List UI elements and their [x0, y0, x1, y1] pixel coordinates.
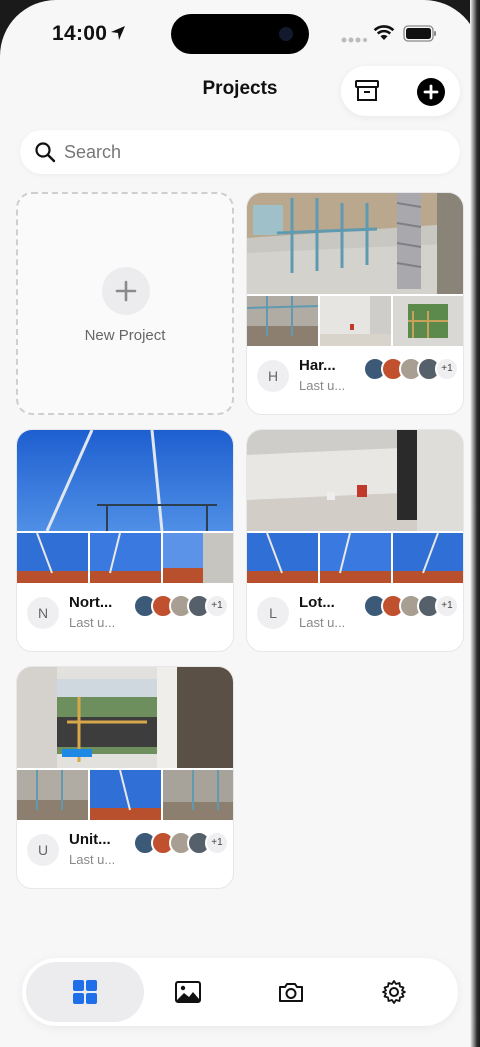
tab-settings[interactable] [335, 962, 453, 1022]
new-project-label: New Project [84, 327, 166, 344]
project-name: Lot... [299, 594, 335, 611]
new-project-plus-icon [102, 267, 150, 315]
cellular-signal-icon [341, 37, 367, 43]
thumbnail-photo [247, 296, 318, 346]
project-card-footer: H Har... Last u... +1 [247, 346, 463, 414]
camera-icon [279, 983, 303, 1002]
project-initial-avatar: H [257, 360, 289, 392]
member-avatar-stack: +1 [363, 357, 459, 383]
archive-box-icon[interactable] [354, 78, 380, 104]
status-time: 14:00 [52, 22, 108, 45]
project-thumbnails [17, 533, 233, 583]
tab-gallery[interactable] [129, 962, 247, 1022]
extra-members-count: +1 [205, 594, 229, 618]
project-card[interactable]: N Nort... Last u... +1 [16, 429, 234, 652]
thumbnail-photo [393, 296, 463, 346]
project-cover-photo [247, 430, 463, 531]
new-project-card[interactable]: New Project [16, 192, 234, 415]
grid-icon [73, 980, 97, 1004]
member-avatar-stack: +1 [363, 594, 459, 620]
project-card-footer: L Lot... Last u... +1 [247, 583, 463, 651]
project-card-footer: N Nort... Last u... +1 [17, 583, 233, 651]
search-icon [35, 142, 56, 163]
header-actions [341, 66, 460, 116]
project-thumbnails [17, 770, 233, 820]
thumbnail-photo [320, 533, 391, 583]
extra-members-count: +1 [435, 357, 459, 381]
project-initial-avatar: N [27, 597, 59, 629]
project-card[interactable]: H Har... Last u... +1 [246, 192, 464, 415]
project-last-updated: Last u... [299, 615, 346, 630]
plus-icon [423, 84, 439, 100]
status-bar: 14:00 [0, 0, 480, 66]
add-project-button[interactable] [417, 78, 445, 106]
bottom-tab-bar [22, 958, 458, 1026]
wifi-icon [373, 25, 395, 40]
project-last-updated: Last u... [299, 378, 346, 393]
project-last-updated: Last u... [69, 615, 116, 630]
project-card-footer: U Unit... Last u... +1 [17, 820, 233, 888]
project-name: Unit... [69, 831, 111, 848]
project-cover-photo [17, 430, 233, 531]
battery-icon [403, 25, 436, 42]
member-avatar-stack: +1 [133, 594, 229, 620]
location-arrow-icon [111, 26, 125, 40]
dynamic-island [171, 14, 309, 54]
extra-members-count: +1 [435, 594, 459, 618]
front-camera-icon [279, 27, 293, 41]
device-frame-edge [470, 0, 480, 1047]
project-thumbnails [247, 296, 463, 346]
gear-icon [382, 980, 406, 1004]
thumbnail-photo [90, 533, 161, 583]
extra-members-count: +1 [205, 831, 229, 855]
app-screen: 14:00 Projects Search New Project H Har.… [0, 0, 480, 1047]
project-thumbnails [247, 533, 463, 583]
thumbnail-photo [163, 533, 233, 583]
thumbnail-photo [320, 296, 391, 346]
tab-camera[interactable] [232, 962, 350, 1022]
thumbnail-photo [393, 533, 463, 583]
thumbnail-photo [17, 533, 88, 583]
member-avatar-stack: +1 [133, 831, 229, 857]
project-last-updated: Last u... [69, 852, 116, 867]
project-name: Nort... [69, 594, 113, 611]
thumbnail-photo [90, 770, 161, 820]
project-initial-avatar: L [257, 597, 289, 629]
tab-projects[interactable] [26, 962, 144, 1022]
project-card[interactable]: L Lot... Last u... +1 [246, 429, 464, 652]
search-input[interactable] [64, 130, 444, 174]
thumbnail-photo [163, 770, 233, 820]
photo-icon [175, 981, 201, 1003]
thumbnail-photo [17, 770, 88, 820]
project-name: Har... [299, 357, 336, 374]
project-card[interactable]: U Unit... Last u... +1 [16, 666, 234, 889]
project-cover-photo [17, 667, 233, 768]
project-initial-avatar: U [27, 834, 59, 866]
thumbnail-photo [247, 533, 318, 583]
project-cover-photo [247, 193, 463, 294]
search-bar[interactable] [20, 130, 460, 174]
